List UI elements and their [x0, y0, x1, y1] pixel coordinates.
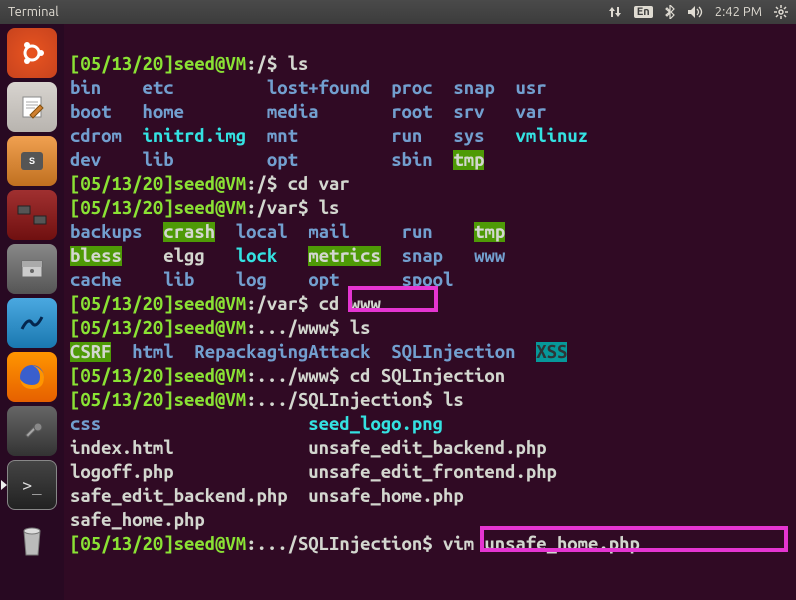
dock-terminal[interactable]: >_ [7, 460, 57, 510]
updown-icon[interactable] [608, 5, 622, 19]
dock-trash[interactable] [7, 514, 57, 564]
system-indicators: En 2:42 PM [608, 5, 788, 19]
running-indicator-icon [1, 480, 7, 490]
dock-text-editor[interactable] [7, 82, 57, 132]
volume-icon[interactable] [687, 5, 703, 19]
dock-firefox[interactable] [7, 352, 57, 402]
terminal-pane[interactable]: [05/13/20]seed@VM:/$ ls bin etc lost+fou… [64, 24, 796, 600]
bluetooth-icon[interactable] [665, 5, 675, 19]
dock-sublime[interactable]: S [7, 136, 57, 186]
dock-dash[interactable] [7, 28, 57, 78]
dock-wireshark[interactable] [7, 298, 57, 348]
top-menu-bar: Terminal En 2:42 PM [0, 0, 796, 24]
dock-settings[interactable] [7, 406, 57, 456]
gear-icon[interactable] [774, 5, 788, 19]
clock[interactable]: 2:42 PM [715, 5, 762, 19]
dock: S >_ [0, 24, 64, 600]
dock-remmina[interactable] [7, 190, 57, 240]
window-title: Terminal [8, 5, 608, 19]
language-indicator[interactable]: En [634, 6, 653, 18]
dock-files[interactable] [7, 244, 57, 294]
